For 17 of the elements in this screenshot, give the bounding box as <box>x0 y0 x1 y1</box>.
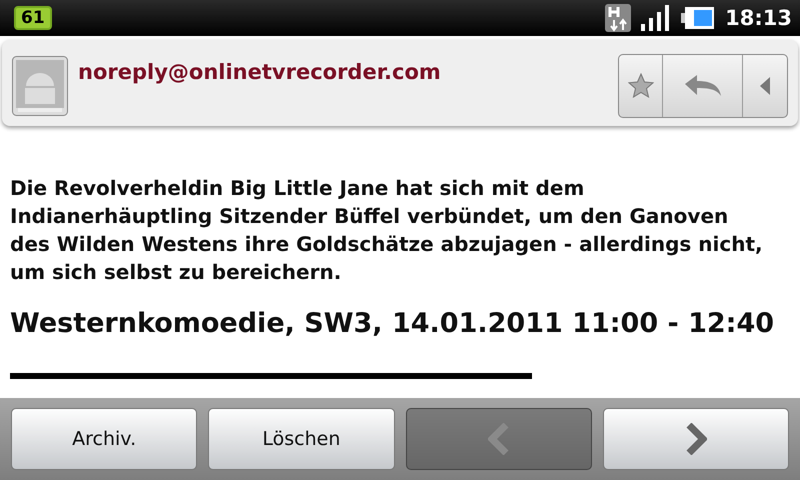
chevron-right-icon <box>684 423 707 455</box>
hsdpa-icon <box>605 4 632 32</box>
clock-time: 18:13 <box>725 6 792 30</box>
airing-info: Westernkomoedie, SW3, 14.01.2011 11:00 - 12:40 <box>10 308 776 339</box>
battery-icon <box>681 6 716 30</box>
next-button[interactable] <box>602 408 789 470</box>
chevron-left-icon <box>488 423 510 455</box>
caret-icon <box>759 76 771 96</box>
action-button[interactable]: Löschen <box>208 408 394 470</box>
message-body: Die Revolverheldin Big Little Jane hat sich mit dem Indianerhäuptling Sitzender Büffel verbündet, um den Ganoven des Wilden Westens ihre Goldschätze abzujagen - allerdings nicht, um sich selbst zu bereichern. <box>10 175 764 286</box>
reply-icon <box>682 74 722 98</box>
action-button[interactable]: Archiv. <box>11 408 198 470</box>
star-icon <box>628 73 654 99</box>
avatar-icon <box>12 56 68 116</box>
signal-icon <box>641 5 672 31</box>
notification-badge: 61 <box>14 6 52 30</box>
sender-address[interactable]: noreply@onlinetvrecorder.com <box>78 60 618 84</box>
